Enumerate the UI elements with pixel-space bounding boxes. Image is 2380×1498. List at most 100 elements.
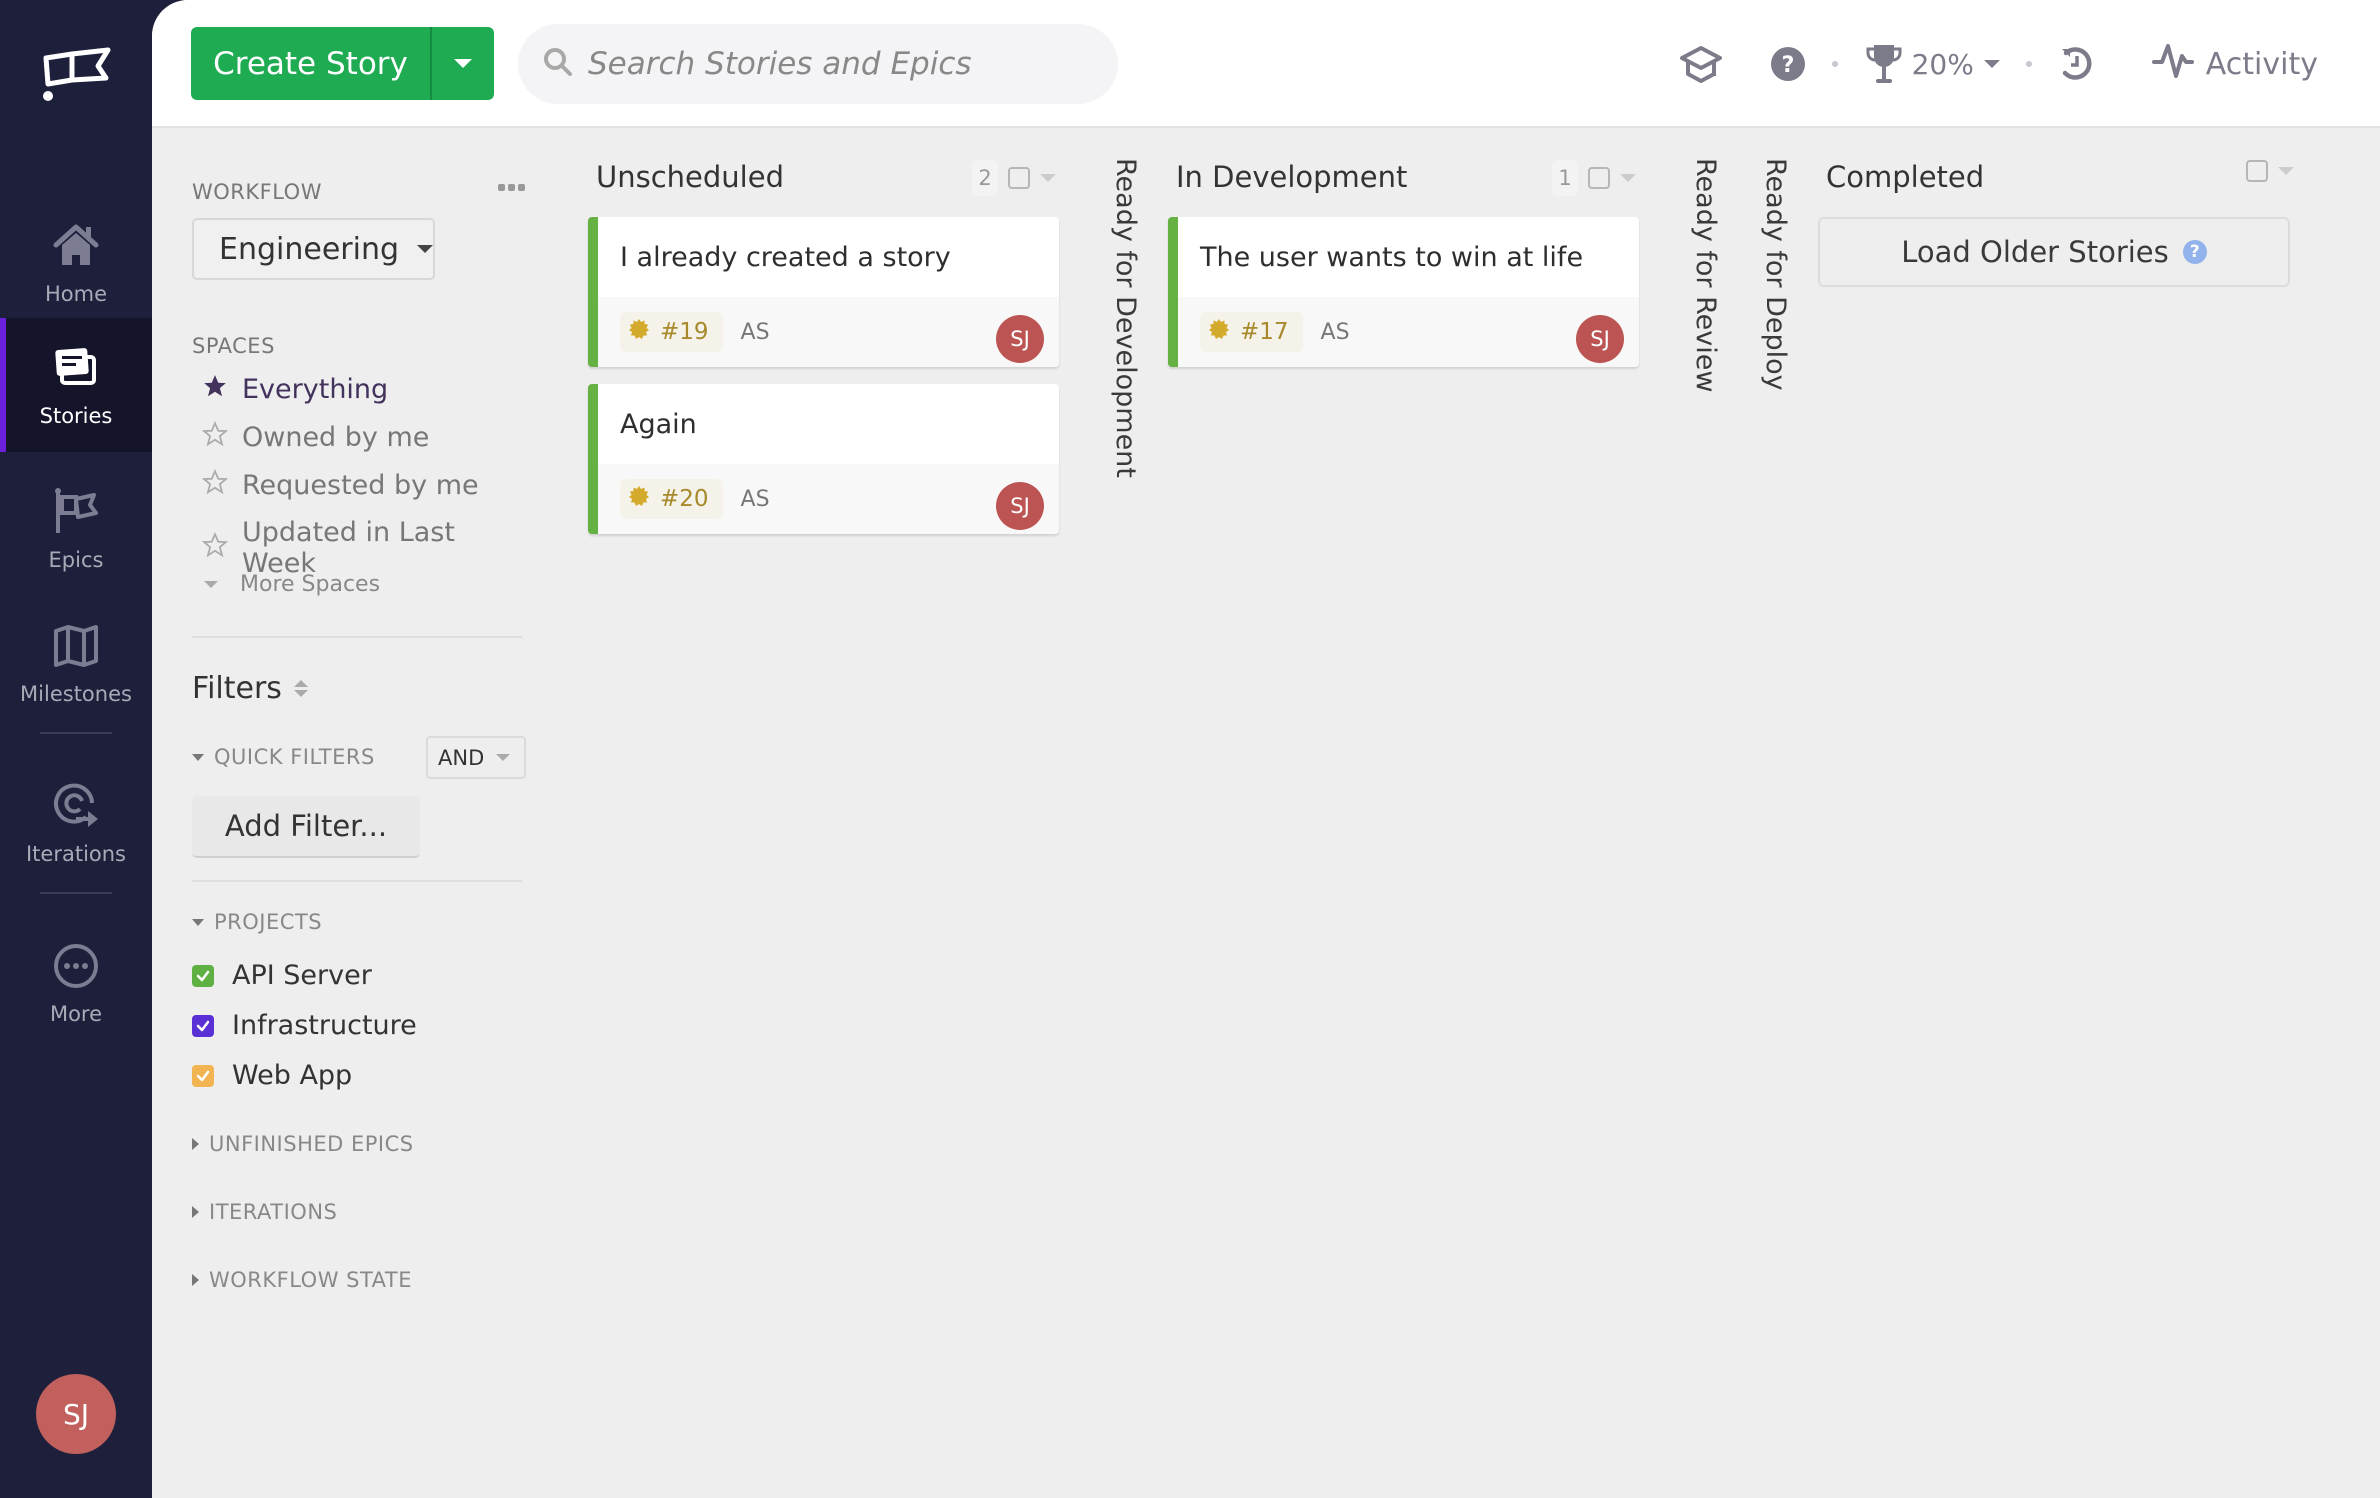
help-question-icon[interactable]: ? — [2182, 240, 2207, 264]
create-story-button[interactable]: Create Story — [191, 27, 432, 100]
story-id-badge: #17 — [1200, 312, 1303, 352]
create-story-split-button: Create Story — [191, 27, 494, 100]
star-outline-icon — [201, 468, 229, 502]
quick-filters-toggle[interactable]: QUICK FILTERS — [192, 745, 375, 769]
history-icon[interactable] — [2058, 45, 2096, 83]
column-menu-chevron-icon[interactable] — [2278, 167, 2294, 175]
requester-initials: AS — [740, 486, 770, 512]
workflow-value: Engineering — [219, 231, 399, 267]
space-label: Updated in Last Week — [242, 517, 455, 579]
quick-filters-label: QUICK FILTERS — [214, 745, 375, 769]
nav-divider — [40, 892, 112, 894]
iterations-toggle[interactable]: ITERATIONS — [192, 1200, 337, 1224]
activity-button[interactable]: Activity — [2151, 40, 2318, 88]
checkbox-checked-icon[interactable] — [192, 964, 214, 987]
chevron-right-icon — [192, 1274, 199, 1286]
owner-avatar[interactable]: SJ — [996, 482, 1044, 530]
story-card[interactable]: I already created a story #19 AS SJ — [588, 217, 1059, 367]
map-icon — [50, 621, 102, 682]
projects-label: PROJECTS — [214, 910, 323, 934]
space-item-everything[interactable]: Everything — [202, 373, 388, 406]
column-collapsed-ready-for-development[interactable]: Ready for Development — [1110, 158, 1141, 478]
nav-item-home[interactable]: Home — [0, 196, 152, 330]
workflow-label: WORKFLOW — [192, 180, 322, 204]
requester-initials: AS — [740, 319, 770, 345]
space-item-requested-by-me[interactable]: Requested by me — [201, 468, 479, 502]
workflow-more-menu-icon[interactable] — [498, 184, 525, 191]
progress-value: 20% — [1911, 47, 1974, 81]
story-card[interactable]: The user wants to win at life #17 AS SJ — [1168, 217, 1639, 367]
project-filter-api-server[interactable]: API Server — [192, 960, 372, 991]
select-all-checkbox[interactable] — [1588, 167, 1610, 189]
column-collapsed-ready-for-review[interactable]: Ready for Review — [1690, 158, 1721, 392]
column-menu-chevron-icon[interactable] — [1040, 174, 1056, 182]
space-label: Owned by me — [242, 422, 430, 453]
checkbox-checked-icon[interactable] — [192, 1014, 214, 1037]
select-all-checkbox[interactable] — [2246, 160, 2268, 182]
search-input[interactable] — [588, 46, 1108, 82]
projects-toggle[interactable]: PROJECTS — [192, 910, 322, 934]
trophy-icon[interactable] — [1864, 43, 1904, 85]
operator-value: AND — [438, 745, 485, 770]
owner-avatar[interactable]: SJ — [1576, 315, 1624, 363]
chevron-down-icon — [454, 59, 472, 68]
space-item-owned-by-me[interactable]: Owned by me — [201, 420, 430, 454]
logo-flag-icon[interactable] — [38, 46, 114, 104]
column-collapsed-ready-for-deploy[interactable]: Ready for Deploy — [1760, 158, 1791, 391]
feature-icon — [628, 485, 650, 513]
column-tools — [2246, 160, 2294, 182]
section-label: UNFINISHED EPICS — [209, 1132, 414, 1156]
activity-label: Activity — [2205, 46, 2318, 82]
home-icon — [50, 221, 102, 282]
column-title-completed: Completed — [1826, 160, 1985, 194]
separator-dot — [2025, 61, 2032, 67]
chevron-down-icon — [204, 581, 218, 588]
unfinished-epics-toggle[interactable]: UNFINISHED EPICS — [192, 1132, 414, 1156]
add-filter-button[interactable]: Add Filter... — [192, 796, 420, 858]
filters-heading[interactable]: Filters — [192, 671, 308, 706]
create-story-menu-button[interactable] — [432, 27, 494, 100]
progress-dropdown[interactable]: 20% — [1912, 48, 2000, 81]
project-label: Infrastructure — [232, 1010, 417, 1041]
space-item-updated-last-week[interactable]: Updated in Last Week — [201, 517, 527, 579]
checkbox-checked-icon[interactable] — [192, 1064, 214, 1087]
project-label: API Server — [232, 960, 372, 991]
nav-item-more[interactable]: More — [0, 916, 152, 1050]
story-card-footer: #17 AS SJ — [1178, 297, 1639, 367]
divider — [192, 636, 522, 638]
column-menu-chevron-icon[interactable] — [1620, 174, 1636, 182]
iterations-icon — [50, 781, 102, 842]
story-card-footer: #20 AS SJ — [598, 464, 1059, 534]
nav-label: Iterations — [25, 841, 127, 866]
feature-icon — [628, 318, 650, 346]
workflow-state-toggle[interactable]: WORKFLOW STATE — [192, 1268, 412, 1292]
nav-item-epics[interactable]: Epics — [0, 462, 152, 596]
space-label: Requested by me — [242, 470, 479, 501]
space-label: Everything — [242, 374, 389, 405]
workflow-select[interactable]: Engineering — [192, 218, 435, 280]
nav-item-milestones[interactable]: Milestones — [0, 596, 152, 730]
select-all-checkbox[interactable] — [1008, 167, 1030, 189]
nav-label: Milestones — [20, 681, 132, 706]
star-outline-icon — [201, 420, 229, 454]
help-question-icon[interactable]: ? — [1770, 46, 1806, 82]
activity-pulse-icon — [2151, 40, 2194, 88]
filter-operator-select[interactable]: AND — [426, 736, 526, 779]
nav-item-iterations[interactable]: Iterations — [0, 756, 152, 890]
story-id: #17 — [1240, 319, 1289, 345]
project-filter-infrastructure[interactable]: Infrastructure — [192, 1010, 417, 1041]
nav-item-stories[interactable]: Stories — [0, 318, 152, 452]
more-spaces-toggle[interactable]: More Spaces — [204, 572, 380, 597]
svg-text:?: ? — [1781, 53, 1794, 78]
load-older-stories-button[interactable]: Load Older Stories ? — [1818, 217, 2290, 287]
top-bar: Create Story ? 20% — [152, 0, 2380, 128]
project-filter-web-app[interactable]: Web App — [192, 1060, 352, 1091]
story-id-badge: #20 — [620, 479, 723, 519]
owner-avatar[interactable]: SJ — [996, 315, 1044, 363]
story-title: Again — [620, 408, 697, 440]
story-card[interactable]: Again #20 AS SJ — [588, 384, 1059, 534]
help-center-graduation-cap-icon[interactable] — [1678, 44, 1724, 84]
left-nav: Home Stories Epics Milestones Iterations… — [0, 0, 152, 1498]
story-title: I already created a story — [620, 241, 951, 273]
user-avatar[interactable]: SJ — [36, 1374, 116, 1454]
